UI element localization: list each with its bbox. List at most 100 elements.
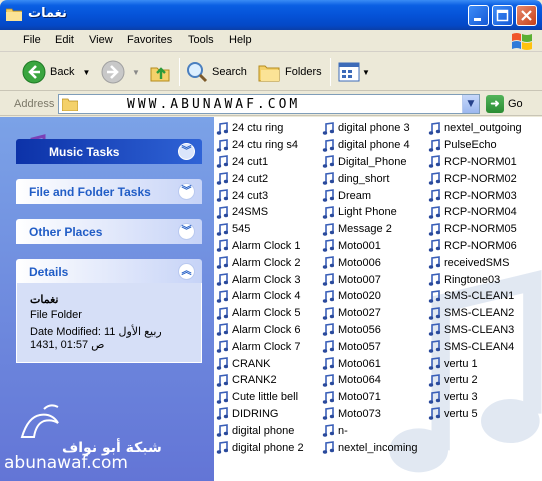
file-item[interactable]: 24 ctu ring — [216, 120, 304, 137]
file-item[interactable]: PulseEcho — [428, 137, 522, 154]
menu-view[interactable]: View — [89, 34, 113, 46]
file-name: Alarm Clock 3 — [232, 273, 301, 286]
file-item[interactable]: 545 — [216, 221, 304, 238]
file-item[interactable]: digital phone 3 — [322, 120, 418, 137]
file-item[interactable]: SMS-CLEAN3 — [428, 322, 522, 339]
menu-edit[interactable]: Edit — [55, 34, 74, 46]
file-item[interactable]: Light Phone — [322, 204, 418, 221]
title-bar[interactable]: نغمات — [0, 0, 542, 30]
forward-dropdown-icon[interactable]: ▼ — [132, 68, 140, 77]
file-item[interactable]: RCP-NORM06 — [428, 238, 522, 255]
file-item[interactable]: Cute little bell — [216, 389, 304, 406]
file-item[interactable]: Moto020 — [322, 288, 418, 305]
file-item[interactable]: Moto071 — [322, 389, 418, 406]
back-button[interactable]: Back ▼ — [22, 58, 90, 86]
forward-button[interactable]: ▼ — [101, 58, 140, 86]
file-item[interactable]: RCP-NORM01 — [428, 154, 522, 171]
details-header[interactable]: Details ︽ — [16, 259, 202, 284]
file-item[interactable]: Alarm Clock 6 — [216, 322, 304, 339]
address-input[interactable]: WWW.ABUNAWAF.COM ▼ — [58, 94, 480, 114]
file-item[interactable]: CRANK2 — [216, 372, 304, 389]
music-tasks-header[interactable]: Music Tasks ︾ — [16, 139, 202, 164]
go-label: Go — [508, 98, 523, 110]
file-item[interactable]: RCP-NORM03 — [428, 187, 522, 204]
views-button[interactable]: ▼ — [338, 58, 370, 86]
file-item[interactable]: RCP-NORM04 — [428, 204, 522, 221]
other-places-header[interactable]: Other Places ︾ — [16, 219, 202, 244]
file-item[interactable]: Message 2 — [322, 221, 418, 238]
chevron-expand-icon[interactable]: ︾ — [178, 183, 195, 200]
file-name: vertu 3 — [444, 391, 478, 404]
file-item[interactable]: 24 ctu ring s4 — [216, 137, 304, 154]
menu-favorites[interactable]: Favorites — [127, 34, 172, 46]
file-item[interactable]: DIDRING — [216, 406, 304, 423]
chevron-collapse-icon[interactable]: ︾ — [178, 143, 195, 160]
file-item[interactable]: CRANK — [216, 355, 304, 372]
audio-file-icon — [216, 373, 228, 387]
file-item[interactable]: Alarm Clock 3 — [216, 271, 304, 288]
file-item[interactable]: 24SMS — [216, 204, 304, 221]
maximize-button[interactable] — [492, 5, 513, 26]
back-dropdown-icon[interactable]: ▼ — [82, 68, 90, 77]
menu-file[interactable]: File — [23, 34, 41, 46]
back-arrow-icon — [22, 60, 46, 84]
views-dropdown-icon[interactable]: ▼ — [362, 68, 370, 77]
file-item[interactable]: nextel_incoming — [322, 439, 418, 456]
file-item[interactable]: SMS-CLEAN2 — [428, 305, 522, 322]
file-item[interactable]: RCP-NORM02 — [428, 170, 522, 187]
file-item[interactable]: Alarm Clock 4 — [216, 288, 304, 305]
file-item[interactable]: Moto027 — [322, 305, 418, 322]
file-item[interactable]: Moto056 — [322, 322, 418, 339]
file-item[interactable]: Alarm Clock 2 — [216, 254, 304, 271]
file-item[interactable]: Alarm Clock 7 — [216, 338, 304, 355]
file-item[interactable]: Moto007 — [322, 271, 418, 288]
file-item[interactable]: digital phone 4 — [322, 137, 418, 154]
go-button[interactable]: ➜ Go — [486, 95, 523, 113]
address-dropdown-button[interactable]: ▼ — [462, 95, 479, 113]
file-item[interactable]: SMS-CLEAN1 — [428, 288, 522, 305]
file-item[interactable]: vertu 1 — [428, 355, 522, 372]
file-item[interactable]: n- — [322, 422, 418, 439]
file-item[interactable]: Moto001 — [322, 238, 418, 255]
details-name: نغمات — [30, 294, 59, 306]
file-item[interactable]: Alarm Clock 5 — [216, 305, 304, 322]
audio-file-icon — [216, 390, 228, 404]
up-folder-button[interactable] — [149, 58, 171, 86]
file-item[interactable]: RCP-NORM05 — [428, 221, 522, 238]
file-item[interactable]: Digital_Phone — [322, 154, 418, 171]
file-item[interactable]: ding_short — [322, 170, 418, 187]
file-name: digital phone 4 — [338, 139, 410, 152]
audio-file-icon — [428, 256, 440, 269]
file-item[interactable]: 24 cut2 — [216, 170, 304, 187]
file-item[interactable]: Moto061 — [322, 355, 418, 372]
audio-file-icon — [428, 155, 440, 169]
file-item[interactable]: vertu 2 — [428, 372, 522, 389]
file-item[interactable]: Alarm Clock 1 — [216, 238, 304, 255]
search-button[interactable]: Search — [185, 58, 247, 86]
menu-bar: File Edit View Favorites Tools Help — [0, 30, 542, 52]
file-item[interactable]: digital phone 2 — [216, 439, 304, 456]
minimize-button[interactable] — [468, 5, 489, 26]
file-item[interactable]: Dream — [322, 187, 418, 204]
chevron-collapse-icon[interactable]: ︽ — [178, 263, 195, 280]
menu-tools[interactable]: Tools — [188, 34, 214, 46]
file-name: SMS-CLEAN2 — [444, 307, 515, 320]
file-item[interactable]: Moto073 — [322, 406, 418, 423]
folders-button[interactable]: Folders — [257, 58, 322, 86]
file-item[interactable]: Ringtone03 — [428, 271, 522, 288]
file-item[interactable]: Moto006 — [322, 254, 418, 271]
file-item[interactable]: 24 cut3 — [216, 187, 304, 204]
chevron-expand-icon[interactable]: ︾ — [178, 223, 195, 240]
file-item[interactable]: Moto064 — [322, 372, 418, 389]
close-button[interactable] — [516, 5, 537, 26]
file-item[interactable]: 24 cut1 — [216, 154, 304, 171]
file-folder-tasks-header[interactable]: File and Folder Tasks ︾ — [16, 179, 202, 204]
file-item[interactable]: nextel_outgoing — [428, 120, 522, 137]
file-item[interactable]: SMS-CLEAN4 — [428, 338, 522, 355]
file-item[interactable]: Moto057 — [322, 338, 418, 355]
file-item[interactable]: digital phone — [216, 422, 304, 439]
file-item[interactable]: vertu 3 — [428, 389, 522, 406]
file-item[interactable]: receivedSMS — [428, 254, 522, 271]
file-item[interactable]: vertu 5 — [428, 406, 522, 423]
menu-help[interactable]: Help — [229, 34, 252, 46]
